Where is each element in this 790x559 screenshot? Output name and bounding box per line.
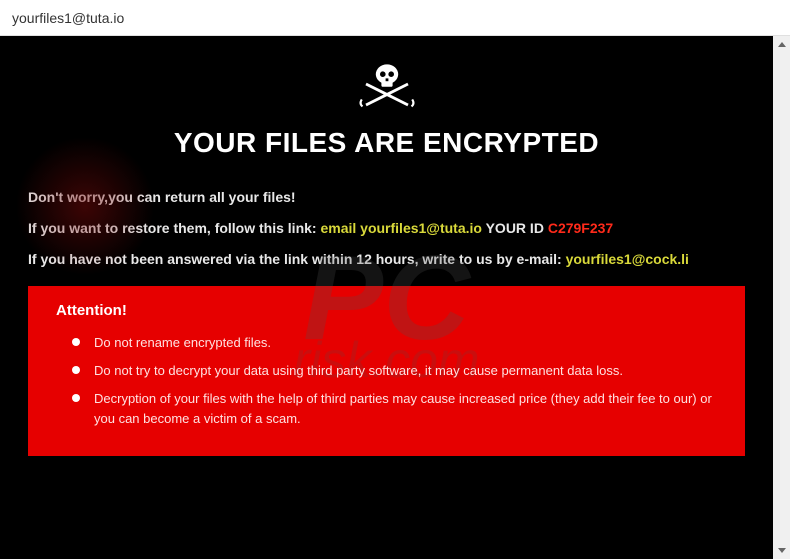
scroll-up-button[interactable]: [773, 36, 790, 53]
victim-id: C279F237: [548, 220, 613, 236]
window-title: yourfiles1@tuta.io: [12, 10, 124, 26]
scrollbar-track[interactable]: [773, 36, 790, 559]
l2-prefix: If you want to restore them, follow this…: [28, 220, 320, 236]
line-contact-secondary: If you have not been answered via the li…: [28, 249, 745, 270]
attention-box: Attention! Do not rename encrypted files…: [28, 286, 745, 456]
ransom-note-window: yourfiles1@tuta.io PC risk.com: [0, 0, 790, 559]
l2-mid: YOUR ID: [482, 220, 548, 236]
attention-list: Do not rename encrypted files. Do not tr…: [56, 333, 723, 430]
ransom-content: PC risk.com YOUR FILES ARE ENCRYPTED Don…: [0, 36, 773, 559]
scroll-down-button[interactable]: [773, 542, 790, 559]
line-intro: Don't worry,you can return all your file…: [28, 187, 745, 208]
list-item: Decryption of your files with the help o…: [56, 389, 723, 429]
line-contact-primary: If you want to restore them, follow this…: [28, 218, 745, 239]
chevron-up-icon: [778, 42, 786, 47]
skull-swords-icon: [351, 56, 423, 112]
headline: YOUR FILES ARE ENCRYPTED: [28, 127, 745, 159]
attention-title: Attention!: [56, 302, 723, 319]
l3-prefix: If you have not been answered via the li…: [28, 251, 566, 267]
list-item: Do not try to decrypt your data using th…: [56, 361, 723, 381]
primary-email: email yourfiles1@tuta.io: [320, 220, 481, 236]
titlebar[interactable]: yourfiles1@tuta.io: [0, 0, 790, 36]
secondary-email: yourfiles1@cock.li: [566, 251, 689, 267]
skull-row: [28, 56, 745, 117]
list-item: Do not rename encrypted files.: [56, 333, 723, 353]
chevron-down-icon: [778, 548, 786, 553]
content-wrap: PC risk.com YOUR FILES ARE ENCRYPTED Don…: [0, 36, 790, 559]
